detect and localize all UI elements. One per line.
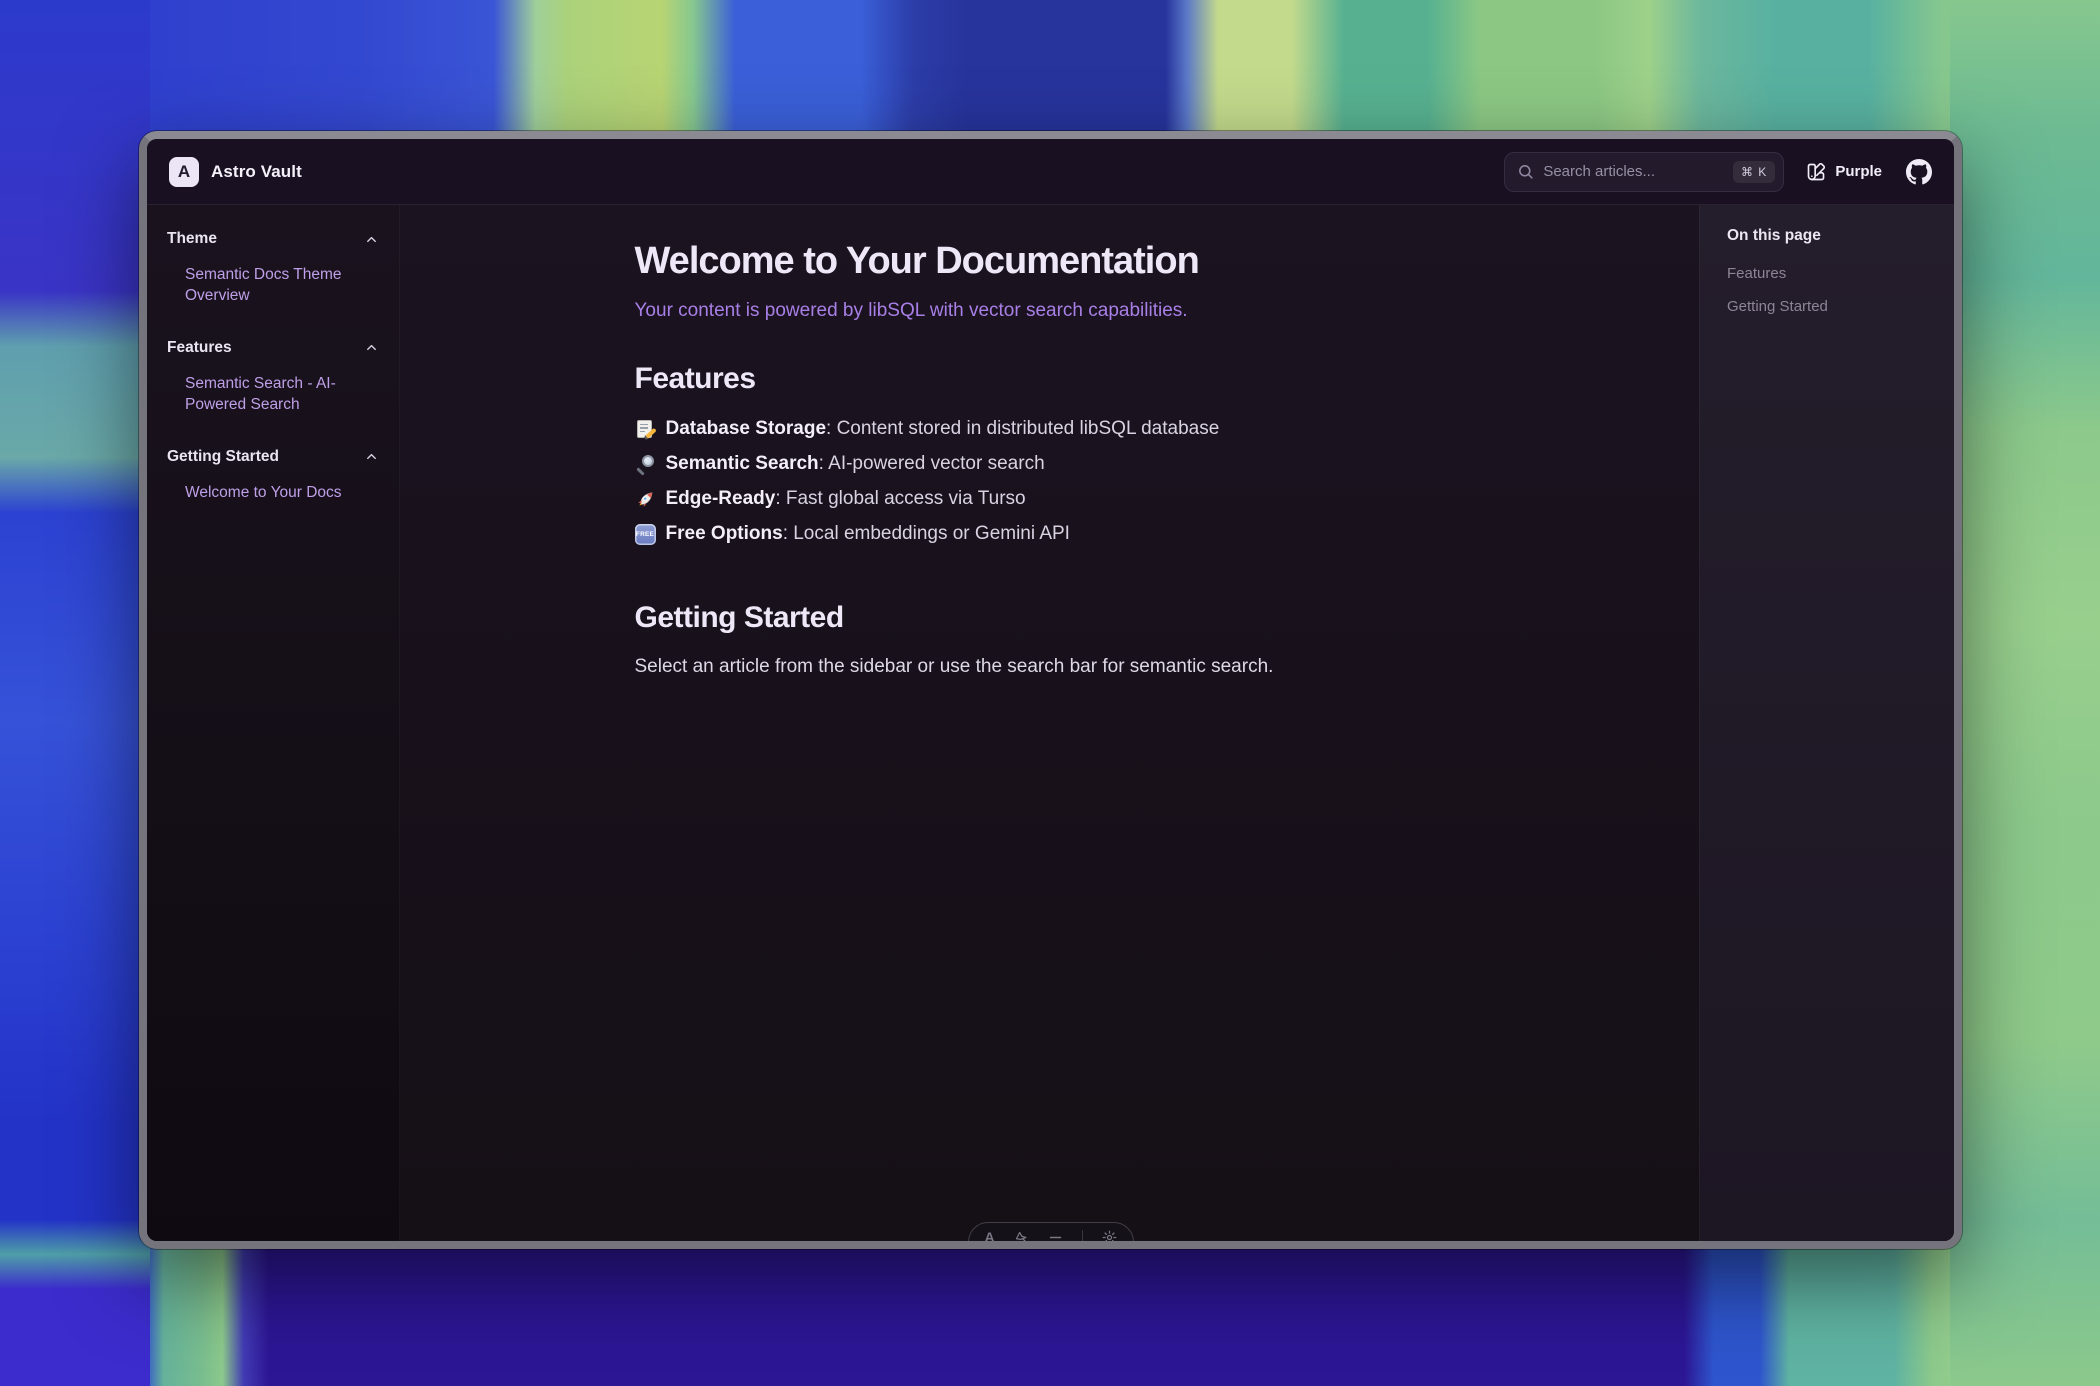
desktop-wallpaper-right bbox=[1950, 0, 2100, 1386]
sidebar-section-theme: Theme Semantic Docs Theme Overview bbox=[167, 230, 379, 307]
site-title[interactable]: Astro Vault bbox=[211, 162, 302, 182]
feature-label: Database Storage bbox=[666, 418, 827, 439]
feature-desc: : Local embeddings or Gemini API bbox=[783, 523, 1070, 544]
free-icon: FREE bbox=[635, 524, 656, 545]
toc-link-getting-started[interactable]: Getting Started bbox=[1727, 298, 1934, 315]
brand-logo[interactable]: A bbox=[169, 157, 199, 187]
github-icon bbox=[1906, 159, 1932, 185]
chevron-up-icon[interactable] bbox=[364, 449, 379, 464]
github-link[interactable] bbox=[1906, 159, 1932, 185]
feature-item: Database Storage: Content stored in dist… bbox=[635, 418, 1465, 440]
astro-dev-toolbar[interactable]: A bbox=[968, 1222, 1134, 1241]
feature-label: Semantic Search bbox=[666, 453, 819, 474]
on-this-page-title: On this page bbox=[1727, 227, 1934, 245]
swatch-book-icon bbox=[1806, 162, 1826, 182]
sidebar-section-getting-started: Getting Started Welcome to Your Docs bbox=[167, 448, 379, 504]
sidebar-section-title: Getting Started bbox=[167, 448, 279, 466]
inspect-arrow-icon[interactable] bbox=[1014, 1230, 1029, 1241]
getting-started-text: Select an article from the sidebar or us… bbox=[635, 656, 1465, 678]
feature-label: Edge-Ready bbox=[666, 488, 776, 509]
feature-label: Free Options bbox=[666, 523, 783, 544]
sidebar-item-welcome-to-your-docs[interactable]: Welcome to Your Docs bbox=[167, 483, 379, 504]
rocket-icon bbox=[635, 489, 656, 510]
theme-selector-button[interactable]: Purple bbox=[1806, 162, 1882, 182]
search-icon bbox=[1517, 163, 1534, 180]
main-content: Welcome to Your Documentation Your conte… bbox=[400, 205, 1699, 1241]
features-heading: Features bbox=[635, 362, 1465, 396]
window-body: Theme Semantic Docs Theme Overview Featu… bbox=[147, 205, 1954, 1241]
search-placeholder: Search articles... bbox=[1543, 163, 1655, 180]
sidebar-section-title: Theme bbox=[167, 230, 217, 248]
feature-item: Edge-Ready: Fast global access via Turso bbox=[635, 488, 1465, 510]
sidebar-nav: Theme Semantic Docs Theme Overview Featu… bbox=[147, 205, 400, 1241]
magnifier-icon bbox=[635, 454, 656, 475]
chevron-up-icon[interactable] bbox=[364, 340, 379, 355]
gear-icon[interactable] bbox=[1102, 1230, 1117, 1241]
astro-logo-icon[interactable]: A bbox=[985, 1230, 995, 1241]
desktop-wallpaper-bottom bbox=[0, 1234, 2100, 1386]
getting-started-heading: Getting Started bbox=[635, 601, 1465, 635]
feature-item: Semantic Search: AI-powered vector searc… bbox=[635, 453, 1465, 475]
toc-link-features[interactable]: Features bbox=[1727, 265, 1934, 282]
on-this-page-panel: On this page Features Getting Started bbox=[1699, 205, 1954, 1241]
feature-desc: : Fast global access via Turso bbox=[775, 488, 1025, 509]
audit-icon[interactable] bbox=[1048, 1230, 1063, 1241]
search-input[interactable]: Search articles... ⌘ K bbox=[1504, 152, 1784, 192]
toolbar-divider bbox=[1082, 1230, 1083, 1241]
chevron-up-icon[interactable] bbox=[364, 232, 379, 247]
sidebar-item-semantic-docs-theme-overview[interactable]: Semantic Docs Theme Overview bbox=[167, 265, 379, 307]
sidebar-section-header-getting-started[interactable]: Getting Started bbox=[167, 448, 379, 466]
desktop-wallpaper-left bbox=[0, 0, 150, 1386]
app-window: A Astro Vault Search articles... ⌘ K bbox=[139, 131, 1962, 1249]
page-subtitle: Your content is powered by libSQL with v… bbox=[635, 300, 1465, 322]
sidebar-section-header-features[interactable]: Features bbox=[167, 339, 379, 357]
search-shortcut-badge: ⌘ K bbox=[1733, 161, 1775, 183]
memo-icon bbox=[635, 419, 656, 440]
sidebar-section-header-theme[interactable]: Theme bbox=[167, 230, 379, 248]
site-header: A Astro Vault Search articles... ⌘ K bbox=[147, 139, 1954, 205]
feature-desc: : AI-powered vector search bbox=[819, 453, 1045, 474]
app-window-inner: A Astro Vault Search articles... ⌘ K bbox=[147, 139, 1954, 1241]
feature-desc: : Content stored in distributed libSQL d… bbox=[826, 418, 1219, 439]
sidebar-section-title: Features bbox=[167, 339, 232, 357]
sidebar-item-semantic-search[interactable]: Semantic Search - AI-Powered Search bbox=[167, 374, 379, 416]
theme-selector-label: Purple bbox=[1835, 163, 1882, 180]
desktop-wallpaper-top bbox=[0, 0, 2100, 152]
sidebar-section-features: Features Semantic Search - AI-Powered Se… bbox=[167, 339, 379, 416]
page-title: Welcome to Your Documentation bbox=[635, 240, 1465, 283]
feature-item: FREE Free Options: Local embeddings or G… bbox=[635, 523, 1465, 545]
features-list: Database Storage: Content stored in dist… bbox=[635, 418, 1465, 545]
